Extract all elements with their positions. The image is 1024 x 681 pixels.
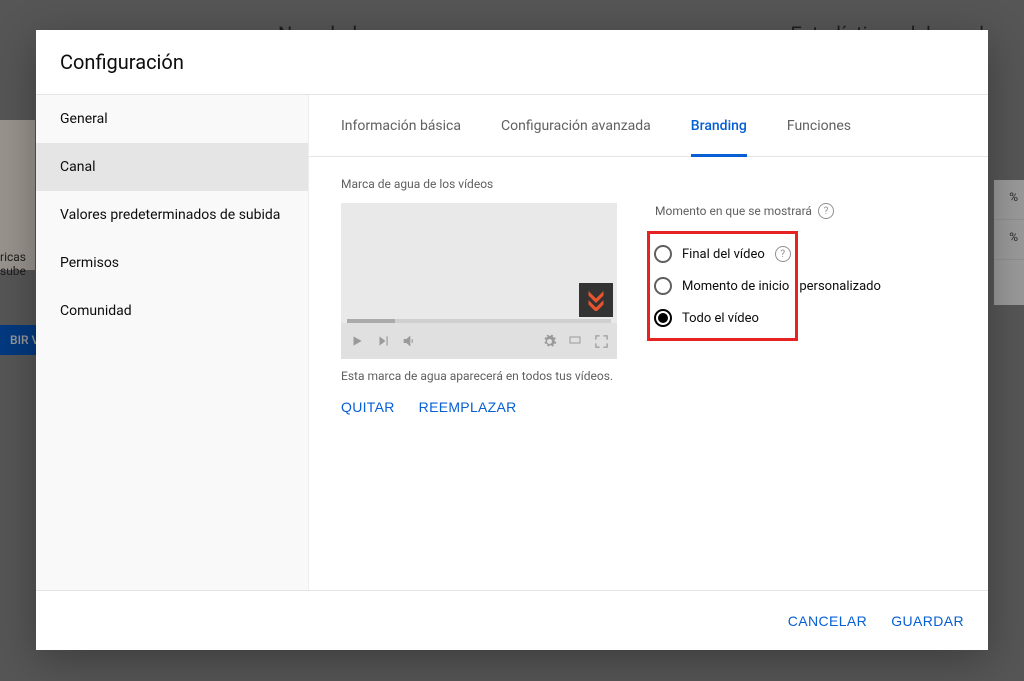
settings-sidebar: General Canal Valores predeterminados de…: [36, 95, 309, 590]
sidebar-item-label: Comunidad: [60, 303, 132, 319]
play-icon[interactable]: [349, 333, 365, 349]
display-time-radio-group: Final del vídeo ? Momento de inicio pers…: [647, 231, 798, 341]
sidebar-item-label: General: [60, 111, 108, 127]
watermark-actions: QUITAR REEMPLAZAR: [341, 399, 617, 415]
sidebar-item-permissions[interactable]: Permisos: [36, 239, 308, 287]
sidebar-item-label: Canal: [60, 159, 95, 175]
radio-label: Final del vídeo: [682, 247, 765, 262]
help-icon[interactable]: ?: [818, 203, 834, 219]
help-icon[interactable]: ?: [775, 246, 791, 262]
theater-icon[interactable]: [567, 333, 583, 349]
gear-icon[interactable]: [541, 333, 557, 349]
sidebar-item-general[interactable]: General: [36, 95, 308, 143]
tab-basic-info[interactable]: Información básica: [341, 95, 461, 157]
video-controls: [341, 323, 617, 359]
progress-bar[interactable]: [347, 319, 611, 323]
radio-icon: [654, 277, 672, 295]
radio-label-overflow: personalizado: [799, 279, 881, 294]
replace-button[interactable]: REEMPLAZAR: [419, 399, 517, 415]
watermark-section-label: Marca de agua de los vídeos: [341, 177, 956, 191]
watermark-preview-column: Esta marca de agua aparecerá en todos tu…: [341, 203, 617, 415]
display-time-header: Momento en que se mostrará ?: [655, 203, 956, 219]
next-icon[interactable]: [375, 333, 391, 349]
watermark-help-text: Esta marca de agua aparecerá en todos tu…: [341, 369, 617, 383]
radio-label: Momento de inicio: [682, 279, 789, 294]
tab-advanced[interactable]: Configuración avanzada: [501, 95, 651, 157]
sidebar-item-upload-defaults[interactable]: Valores predeterminados de subida: [36, 191, 308, 239]
sidebar-item-label: Permisos: [60, 255, 119, 271]
volume-icon[interactable]: [401, 333, 417, 349]
video-preview: [341, 203, 617, 359]
tab-label: Branding: [691, 118, 747, 134]
sidebar-item-community[interactable]: Comunidad: [36, 287, 308, 335]
radio-label: Todo el vídeo: [682, 311, 759, 326]
sidebar-item-label: Valores predeterminados de subida: [60, 207, 280, 223]
radio-custom-start[interactable]: Momento de inicio personalizado: [654, 270, 789, 302]
modal-body: General Canal Valores predeterminados de…: [36, 94, 988, 590]
chevrons-down-icon: [587, 289, 605, 311]
modal-title: Configuración: [60, 50, 184, 74]
tab-label: Configuración avanzada: [501, 118, 651, 134]
tab-features[interactable]: Funciones: [787, 95, 851, 157]
modal-header: Configuración: [36, 30, 988, 94]
tab-branding[interactable]: Branding: [691, 95, 747, 157]
modal-footer: CANCELAR GUARDAR: [36, 590, 988, 650]
tab-label: Información básica: [341, 118, 461, 134]
display-time-section: Momento en que se mostrará ? Final del v…: [655, 203, 956, 341]
save-button[interactable]: GUARDAR: [891, 613, 964, 629]
cancel-button[interactable]: CANCELAR: [788, 613, 867, 629]
watermark-thumbnail: [579, 283, 613, 317]
progress-fill: [347, 319, 395, 323]
fullscreen-icon[interactable]: [593, 333, 609, 349]
remove-button[interactable]: QUITAR: [341, 399, 395, 415]
radio-icon: [654, 245, 672, 263]
tabs: Información básica Configuración avanzad…: [309, 95, 988, 157]
radio-entire-video[interactable]: Todo el vídeo: [654, 302, 789, 334]
tab-label: Funciones: [787, 118, 851, 134]
branding-layout: Esta marca de agua aparecerá en todos tu…: [341, 203, 956, 415]
radio-end-of-video[interactable]: Final del vídeo ?: [654, 238, 789, 270]
sidebar-item-canal[interactable]: Canal: [36, 143, 308, 191]
settings-modal: Configuración General Canal Valores pred…: [36, 30, 988, 650]
radio-icon: [654, 309, 672, 327]
tab-panel-branding: Marca de agua de los vídeos: [309, 157, 988, 590]
settings-content: Información básica Configuración avanzad…: [309, 95, 988, 590]
display-time-label: Momento en que se mostrará: [655, 204, 812, 218]
